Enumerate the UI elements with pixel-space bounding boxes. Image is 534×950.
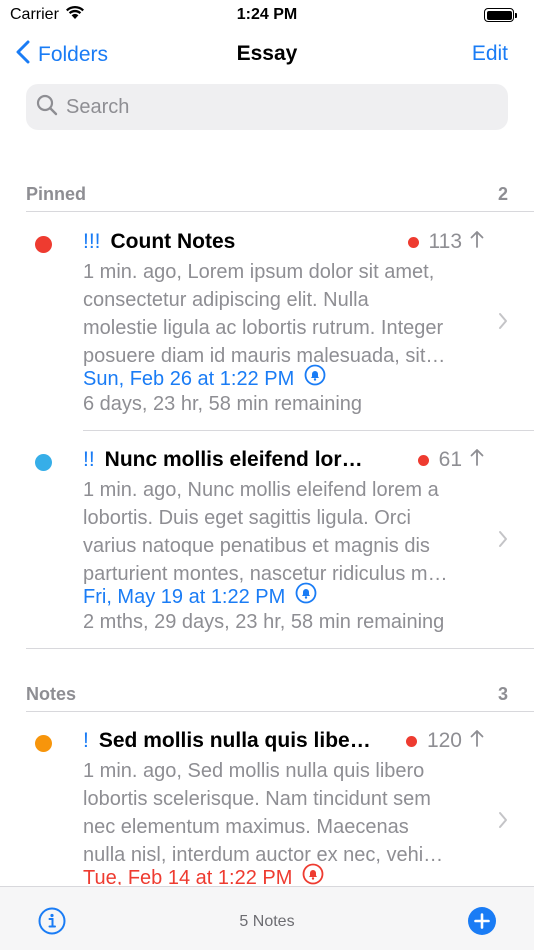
note-count: 120: [426, 729, 462, 752]
add-note-button[interactable]: [468, 907, 496, 940]
unread-dot-icon: [417, 454, 429, 466]
note-meta: 113: [407, 230, 484, 254]
preview-line: molestie ligula ac lobortis rutrum. Inte…: [83, 317, 444, 339]
note-priority: !!!: [83, 230, 101, 253]
arrow-up-icon: [470, 230, 484, 254]
section-count: 2: [497, 184, 508, 204]
arrow-up-icon: [470, 729, 484, 753]
bottom-toolbar: 5 Notes: [0, 886, 534, 950]
note-title: Sed mollis nulla quis liber…: [98, 729, 374, 752]
page-title: Essay: [236, 42, 298, 65]
note-remaining: 2 mths, 29 days, 23 hr, 58 min remaining: [83, 611, 445, 633]
note-meta: 120: [405, 729, 484, 753]
due-date: Tue, Feb 14 at 1:22 PM: [83, 867, 293, 885]
navigation-bar: Folders Essay Edit: [0, 36, 534, 74]
plus-icon: [468, 907, 496, 939]
divider: [26, 711, 534, 712]
note-color-dot: [35, 236, 52, 253]
chevron-right-icon: [498, 530, 508, 553]
note-meta: 61: [417, 448, 484, 472]
note-remaining: 6 days, 23 hr, 58 min remaining: [83, 393, 363, 415]
note-title-line: !! Nunc mollis eleifend lore…: [83, 448, 374, 472]
arrow-up-icon: [470, 448, 484, 472]
section-header-notes: Notes 3: [26, 684, 508, 705]
status-bar: Carrier 1:24 PM: [0, 0, 534, 30]
due-date: Fri, May 19 at 1:22 PM: [83, 586, 286, 608]
note-preview: 1 min. ago, Nunc mollis eleifend lorem a…: [83, 476, 488, 588]
search-input[interactable]: [66, 95, 486, 119]
preview-line: 1 min. ago, Sed mollis nulla quis libero: [83, 760, 425, 782]
note-due: Tue, Feb 14 at 1:22 PM: [83, 863, 324, 885]
chevron-right-icon: [498, 312, 508, 335]
note-row[interactable]: !! Nunc mollis eleifend lore… 61 1 min. …: [0, 442, 534, 638]
battery-icon: [484, 8, 517, 22]
section-title: Notes: [26, 684, 77, 704]
note-count: 113: [428, 230, 462, 253]
section-count: 3: [497, 684, 508, 704]
note-color-dot: [35, 735, 52, 752]
search-bar[interactable]: [26, 84, 508, 130]
bell-icon: [302, 863, 324, 885]
note-row[interactable]: !!! Count Notes 113 1 min. ago, Lorem ip…: [0, 224, 534, 420]
section-header-pinned: Pinned 2: [26, 184, 508, 205]
note-title: Count Notes: [110, 230, 236, 253]
preview-line: lobortis. Duis eget sagittis ligula. Orc…: [83, 507, 411, 529]
chevron-right-icon: [498, 811, 508, 834]
preview-line: nec elementum maximus. Maecenas: [83, 816, 409, 838]
preview-line: 1 min. ago, Nunc mollis eleifend lorem a: [83, 479, 439, 501]
unread-dot-icon: [405, 735, 417, 747]
edit-button[interactable]: Edit: [472, 42, 508, 66]
unread-dot-icon: [407, 236, 419, 248]
note-title-line: ! Sed mollis nulla quis liber…: [83, 729, 374, 753]
note-count: 61: [438, 448, 462, 471]
preview-line: 1 min. ago, Lorem ipsum dolor sit amet,: [83, 261, 435, 283]
search-icon: [36, 94, 58, 121]
note-color-dot: [35, 454, 52, 471]
note-title-line: !!! Count Notes: [83, 230, 374, 254]
preview-line: varius natoque penatibus et magnis dis: [83, 535, 430, 557]
divider: [83, 430, 534, 431]
divider: [26, 211, 534, 212]
status-time: 1:24 PM: [236, 6, 298, 23]
note-preview: 1 min. ago, Lorem ipsum dolor sit amet, …: [83, 258, 488, 370]
notes-count-label: 5 Notes: [239, 913, 295, 930]
divider: [26, 648, 534, 649]
preview-line: consectetur adipiscing elit. Nulla: [83, 289, 369, 311]
note-row[interactable]: ! Sed mollis nulla quis liber… 120 1 min…: [0, 723, 534, 885]
note-preview: 1 min. ago, Sed mollis nulla quis libero…: [83, 757, 488, 869]
note-priority: !: [83, 729, 89, 752]
section-title: Pinned: [26, 184, 87, 204]
note-title: Nunc mollis eleifend lore…: [104, 448, 374, 471]
note-priority: !!: [83, 448, 95, 471]
preview-line: lobortis scelerisque. Nam tincidunt sem: [83, 788, 431, 810]
due-date: Sun, Feb 26 at 1:22 PM: [83, 368, 295, 390]
